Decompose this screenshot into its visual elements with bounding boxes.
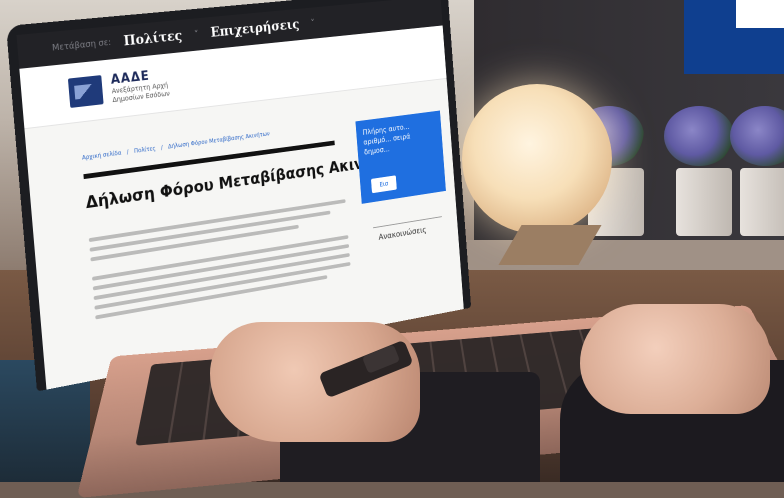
brand-block: ΑΑΔΕ Ανεξάρτητη Αρχή Δημοσίων Εσόδων xyxy=(110,67,170,105)
skip-link[interactable]: Μετάβαση σε: xyxy=(52,38,112,53)
brand-corner-cut xyxy=(736,0,784,28)
nav-citizens[interactable]: Πολίτες xyxy=(123,28,183,49)
breadcrumb-citizens[interactable]: Πολίτες xyxy=(134,145,156,154)
info-card-text: Πλήρης αυτο... αριθμό... σειρά δημοσ... xyxy=(362,122,411,157)
right-hand xyxy=(580,304,770,414)
moon-lamp xyxy=(462,84,612,234)
breadcrumb-current: Δήλωση Φόρου Μεταβίβασης Ακινήτων xyxy=(167,130,270,151)
info-card: Πλήρης αυτο... αριθμό... σειρά δημοσ... … xyxy=(355,110,446,204)
page-title: Δήλωση Φόρου Μεταβίβασης Ακινήτων xyxy=(85,149,403,214)
announcements-heading: Ανακοινώσεις xyxy=(378,225,427,243)
chevron-down-icon: ˅ xyxy=(193,29,200,40)
breadcrumb-home[interactable]: Αρχική σελίδα xyxy=(82,150,122,162)
plant-pot xyxy=(676,168,732,236)
info-card-button[interactable]: Εισ xyxy=(370,175,397,194)
left-hand xyxy=(210,322,420,442)
side-divider xyxy=(373,216,442,229)
breadcrumb-separator-icon: / xyxy=(126,148,129,156)
nav-businesses[interactable]: Επιχειρήσεις xyxy=(210,17,300,40)
plant-pot xyxy=(740,168,784,236)
breadcrumb-separator-icon: / xyxy=(160,144,164,152)
lavender-plant xyxy=(664,106,734,166)
chevron-down-icon: ˅ xyxy=(310,17,316,29)
aade-logo-icon[interactable] xyxy=(67,75,104,108)
